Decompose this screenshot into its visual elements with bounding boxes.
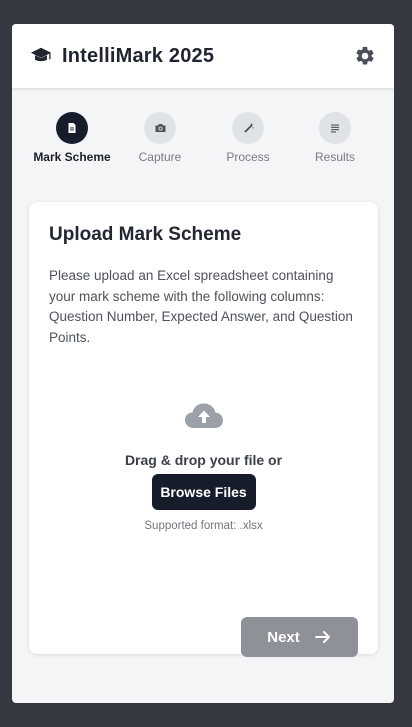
graduation-cap-icon: [30, 47, 52, 62]
step-process[interactable]: Process: [203, 112, 293, 164]
step-results-circle: [319, 112, 351, 144]
camera-icon: [155, 124, 165, 132]
step-label: Results: [314, 150, 355, 164]
gear-icon[interactable]: [354, 45, 376, 67]
app-header: IntelliMark 2025: [12, 24, 394, 88]
cloud-upload-icon: [184, 403, 223, 428]
next-button[interactable]: Next: [241, 617, 358, 657]
browse-files-button[interactable]: Browse Files: [151, 474, 256, 510]
card-description: Please upload an Excel spreadsheet conta…: [49, 268, 353, 345]
app-title: IntelliMark 2025: [62, 44, 215, 67]
arrow-right-icon: [314, 631, 330, 643]
brand: IntelliMark 2025: [30, 45, 214, 68]
step-capture-circle: [144, 112, 176, 144]
step-label: Mark Scheme: [33, 150, 111, 164]
step-process-circle: [232, 112, 264, 144]
upload-dropzone[interactable]: Drag & drop your file or Browse Files Su…: [29, 402, 378, 532]
document-icon: [68, 123, 76, 133]
app-panel: IntelliMark 2025 Mark Scheme Capture Pro…: [12, 24, 394, 703]
step-label: Process: [226, 150, 270, 164]
supported-format-text: Supported format: .xlsx: [144, 520, 263, 532]
next-button-label: Next: [267, 628, 300, 646]
step-mark-scheme-circle: [56, 112, 88, 144]
upload-card: Upload Mark Scheme Please upload an Exce…: [29, 202, 378, 657]
step-indicator: Mark Scheme Capture Process Results: [12, 92, 394, 188]
drag-drop-text: Drag & drop your file or: [124, 452, 283, 468]
magic-wand-icon: [244, 122, 254, 132]
list-icon: [331, 124, 339, 133]
step-label: Capture: [138, 150, 182, 164]
step-results[interactable]: Results: [290, 112, 380, 164]
step-capture[interactable]: Capture: [115, 112, 205, 164]
step-mark-scheme[interactable]: Mark Scheme: [27, 112, 117, 164]
card-title: Upload Mark Scheme: [49, 224, 242, 245]
